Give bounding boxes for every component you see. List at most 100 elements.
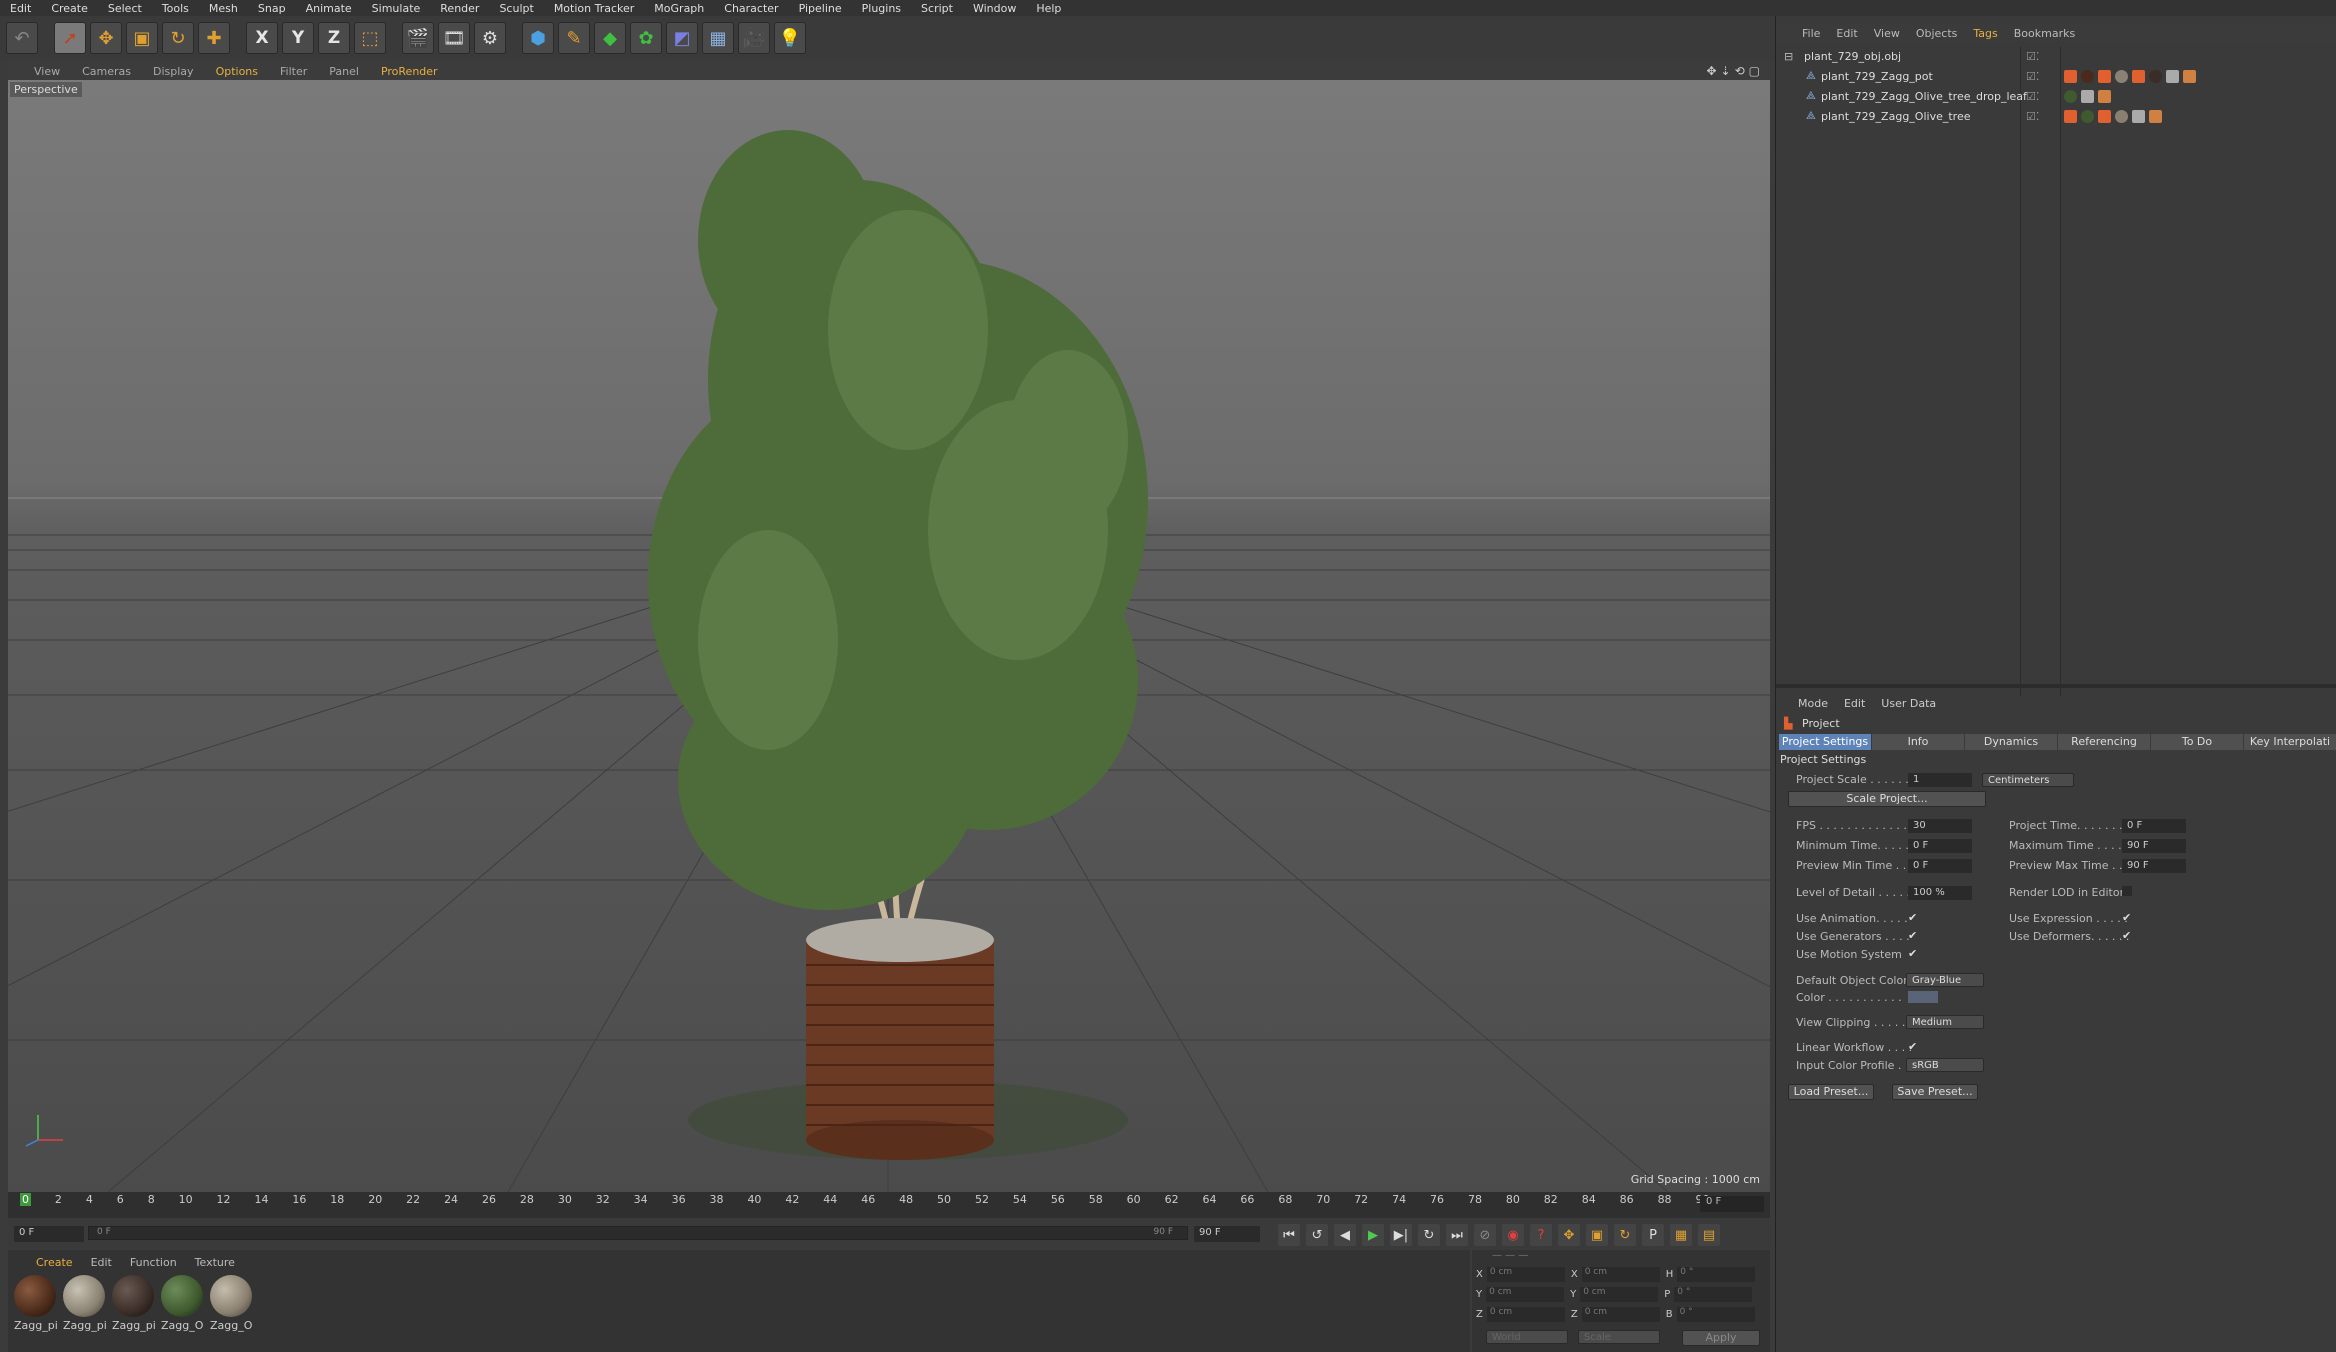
scale-icon[interactable]: ▣: [126, 22, 158, 54]
selection-tag-icon[interactable]: [2183, 69, 2196, 83]
next-key-icon[interactable]: ↻: [1418, 1224, 1440, 1246]
obj-menu-view[interactable]: View: [1874, 27, 1900, 40]
obj-menu-objects[interactable]: Objects: [1916, 27, 1958, 40]
menu-animate[interactable]: Animate: [306, 2, 352, 15]
size-x-field[interactable]: 0 cm: [1581, 1266, 1660, 1282]
input-color-profile-dropdown[interactable]: sRGB: [1906, 1058, 1984, 1072]
perspective-viewport[interactable]: Perspective Grid Spacing : 1000 cm: [8, 80, 1770, 1192]
menu-snap[interactable]: Snap: [258, 2, 286, 15]
visibility-icon[interactable]: ☑⁚: [2026, 90, 2039, 103]
menu-sculpt[interactable]: Sculpt: [499, 2, 533, 15]
play-icon[interactable]: ▶: [1362, 1224, 1384, 1246]
timeline-window-icon[interactable]: ▤: [1698, 1224, 1720, 1246]
y-axis-lock-icon[interactable]: Y: [282, 22, 314, 54]
pen-icon[interactable]: ✎: [558, 22, 590, 54]
project-scale-unit-dropdown[interactable]: Centimeters: [1982, 773, 2074, 787]
position-y-field[interactable]: 0 cm: [1486, 1286, 1565, 1302]
render-view-icon[interactable]: 🎬: [402, 22, 434, 54]
obj-menu-file[interactable]: File: [1802, 27, 1820, 40]
array-icon[interactable]: ✿: [630, 22, 662, 54]
vp-menu-display[interactable]: Display: [153, 65, 194, 78]
preview-max-time-field[interactable]: 90 F: [2122, 859, 2186, 873]
use-animation-checkbox[interactable]: ✔: [1908, 912, 1918, 923]
menu-simulate[interactable]: Simulate: [372, 2, 421, 15]
use-motion-system-checkbox[interactable]: ✔: [1908, 948, 1918, 959]
minimum-time-field[interactable]: 0 F: [1908, 839, 1972, 853]
previous-key-icon[interactable]: ↺: [1306, 1224, 1328, 1246]
material-item[interactable]: Zagg_pi: [14, 1275, 58, 1332]
phong-tag-icon[interactable]: [2098, 69, 2111, 83]
visibility-icon[interactable]: ☑⁚: [2026, 70, 2039, 83]
timeline-ruler[interactable]: 0 2 4 6 8 10 12 14 16 18 20 22 24 26 28 …: [8, 1192, 1770, 1218]
load-preset-button[interactable]: Load Preset...: [1788, 1084, 1874, 1100]
add-icon[interactable]: ✚: [198, 22, 230, 54]
uvw-tag-icon[interactable]: [2132, 109, 2145, 123]
preview-min-time-field[interactable]: 0 F: [1908, 859, 1972, 873]
z-axis-lock-icon[interactable]: Z: [318, 22, 350, 54]
menu-mesh[interactable]: Mesh: [209, 2, 238, 15]
world-dropdown[interactable]: World: [1486, 1330, 1568, 1344]
fps-field[interactable]: 30: [1908, 819, 1972, 833]
render-lod-checkbox[interactable]: [2122, 886, 2132, 896]
menu-pipeline[interactable]: Pipeline: [799, 2, 842, 15]
object-row-root[interactable]: ⊟ plant_729_obj.obj ☑⁚: [1776, 46, 2336, 66]
mat-menu-create[interactable]: Create: [36, 1256, 73, 1269]
next-frame-icon[interactable]: ▶|: [1390, 1224, 1412, 1246]
vp-menu-filter[interactable]: Filter: [280, 65, 307, 78]
current-frame-field[interactable]: 0 F: [1700, 1196, 1764, 1212]
material-tag-icon[interactable]: [2115, 109, 2128, 123]
obj-menu-bookmarks[interactable]: Bookmarks: [2014, 27, 2075, 40]
scale-project-button[interactable]: Scale Project...: [1788, 791, 1986, 807]
linear-workflow-checkbox[interactable]: ✔: [1908, 1041, 1918, 1052]
menu-mograph[interactable]: MoGraph: [654, 2, 704, 15]
render-settings-icon[interactable]: ⚙: [474, 22, 506, 54]
menu-window[interactable]: Window: [973, 2, 1016, 15]
color-swatch[interactable]: [1908, 991, 1938, 1003]
menu-render[interactable]: Render: [440, 2, 479, 15]
object-row-drop-leaf[interactable]: ⟁ plant_729_Zagg_Olive_tree_drop_leaf ☑⁚: [1776, 86, 2336, 106]
visibility-icon[interactable]: ☑⁚: [2026, 110, 2039, 123]
mat-menu-edit[interactable]: Edit: [91, 1256, 112, 1269]
key-position-icon[interactable]: ✥: [1558, 1224, 1580, 1246]
vp-menu-options[interactable]: Options: [216, 65, 258, 78]
object-row-olive-tree[interactable]: ⟁ plant_729_Zagg_Olive_tree ☑⁚: [1776, 106, 2336, 126]
vp-menu-panel[interactable]: Panel: [329, 65, 359, 78]
rotation-h-field[interactable]: 0 °: [1677, 1266, 1756, 1282]
material-tag-icon[interactable]: [2081, 69, 2094, 83]
menu-character[interactable]: Character: [724, 2, 778, 15]
menu-plugins[interactable]: Plugins: [862, 2, 901, 15]
record-active-icon[interactable]: ◉: [1502, 1224, 1524, 1246]
rotate-icon[interactable]: ↻: [162, 22, 194, 54]
attr-menu-user-data[interactable]: User Data: [1881, 697, 1936, 710]
cube-icon[interactable]: ⬢: [522, 22, 554, 54]
tab-referencing[interactable]: Referencing: [2058, 734, 2150, 750]
viewport-nav-icons[interactable]: ✥⇣⟲▢: [1706, 64, 1764, 78]
use-deformers-checkbox[interactable]: ✔: [2122, 930, 2132, 941]
phong-tag-icon[interactable]: [2098, 109, 2111, 123]
material-tag-icon[interactable]: [2081, 109, 2094, 123]
x-axis-lock-icon[interactable]: X: [246, 22, 278, 54]
record-key-icon[interactable]: ⊘: [1474, 1224, 1496, 1246]
material-item[interactable]: Zagg_pi: [112, 1275, 156, 1332]
material-tag-icon[interactable]: [2064, 89, 2077, 103]
menu-script[interactable]: Script: [921, 2, 953, 15]
key-rotation-icon[interactable]: ↻: [1614, 1224, 1636, 1246]
floor-icon[interactable]: ▦: [702, 22, 734, 54]
autokey-icon[interactable]: ?: [1530, 1224, 1552, 1246]
camera-icon[interactable]: 🎥: [738, 22, 770, 54]
tab-to-do[interactable]: To Do: [2151, 734, 2243, 750]
previous-frame-icon[interactable]: ◀: [1334, 1224, 1356, 1246]
deformer-icon[interactable]: ◩: [666, 22, 698, 54]
phong-tag-icon[interactable]: [2064, 69, 2077, 83]
select-arrow-icon[interactable]: ➚: [54, 22, 86, 54]
menu-help[interactable]: Help: [1036, 2, 1061, 15]
menu-tools[interactable]: Tools: [162, 2, 189, 15]
uvw-tag-icon[interactable]: [2166, 69, 2179, 83]
save-preset-button[interactable]: Save Preset...: [1892, 1084, 1978, 1100]
key-pla-icon[interactable]: ▦: [1670, 1224, 1692, 1246]
go-to-start-icon[interactable]: ⏮: [1278, 1224, 1300, 1246]
visibility-icon[interactable]: ☑⁚: [2026, 50, 2039, 63]
level-of-detail-field[interactable]: 100 %: [1908, 886, 1972, 900]
size-y-field[interactable]: 0 cm: [1580, 1286, 1659, 1302]
vp-menu-cameras[interactable]: Cameras: [82, 65, 131, 78]
